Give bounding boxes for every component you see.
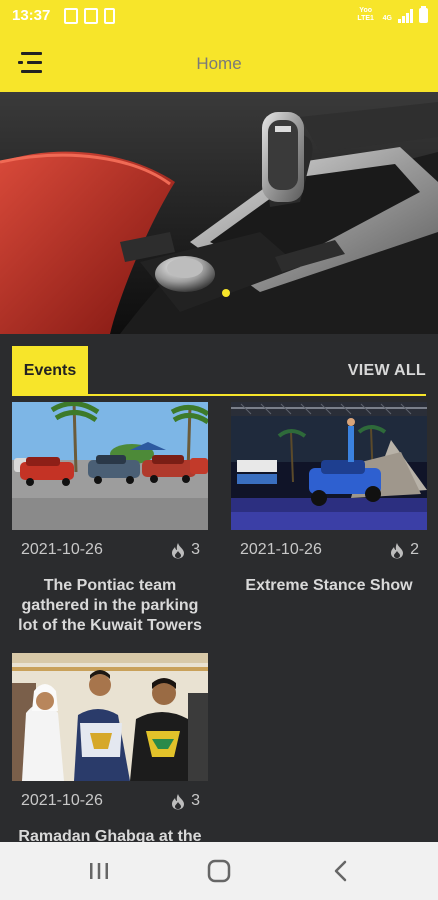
sd-card-icon [104,8,115,24]
events-divider [12,394,426,396]
page-title: Home [196,54,242,73]
event-like-count: 3 [191,541,200,558]
car-gear-shifter-image [0,92,438,334]
home-icon[interactable] [204,857,234,885]
event-thumbnail [12,402,208,530]
event-thumbnail [231,402,427,530]
back-icon[interactable] [326,857,356,885]
signal-icon [398,9,413,23]
event-meta: 2021-10-26 3 [12,781,208,817]
network-label-1: Yoo LTE1 [357,7,374,22]
hero-banner-image[interactable] [0,92,438,334]
fire-icon [172,542,185,558]
event-likes: 2 [390,541,419,559]
sim-icon [84,8,98,24]
app-bar: Home [0,32,438,92]
event-like-count: 3 [191,792,200,809]
event-likes: 3 [171,792,200,810]
status-notification-icons [64,8,115,24]
event-meta: 2021-10-26 3 [12,530,208,566]
shield-check-icon [64,8,78,24]
event-card[interactable]: 2021-10-26 3 Ramadan Ghabga at the [12,653,208,847]
events-tab[interactable]: Events [12,346,88,394]
event-card[interactable]: 2021-10-26 2 Extreme Stance Show [231,402,427,596]
event-date: 2021-10-26 [21,541,103,558]
system-navigation-bar [0,842,438,900]
status-bar: 13:37 Yoo LTE1 4G [0,0,438,32]
fire-icon [391,542,404,558]
view-all-link[interactable]: VIEW ALL [348,362,426,380]
events-section-header: Events VIEW ALL [12,346,426,396]
recent-apps-icon[interactable] [84,857,114,885]
event-like-count: 2 [410,541,419,558]
event-card[interactable]: 2021-10-26 3 The Pontiac team gathered i… [12,402,208,636]
event-date: 2021-10-26 [21,792,103,809]
network-label-2: 4G [382,15,392,22]
event-meta: 2021-10-26 2 [231,530,427,566]
event-thumbnail [12,653,208,781]
event-likes: 3 [171,541,200,559]
status-time: 13:37 [12,7,51,24]
event-title: Extreme Stance Show [245,577,413,594]
event-date: 2021-10-26 [240,541,322,558]
battery-icon [419,6,428,23]
fire-icon [172,793,185,809]
event-title: The Pontiac team gathered in the parking… [18,577,202,634]
status-system-icons: Yoo LTE1 4G [355,6,428,23]
